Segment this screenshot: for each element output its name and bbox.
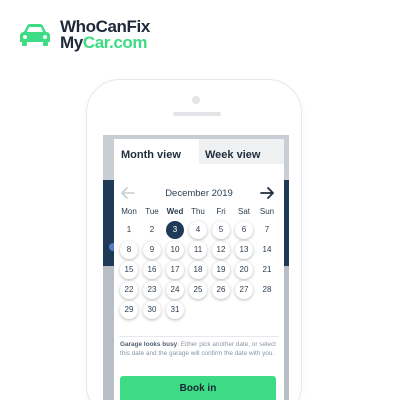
calendar-day-28[interactable]: 28 (258, 281, 276, 299)
calendar-day-30[interactable]: 30 (143, 301, 161, 319)
weekday-header: Mon Tue Wed Thu Fri Sat Sun (119, 207, 279, 219)
calendar-day-29[interactable]: 29 (120, 301, 138, 319)
calendar-day-4[interactable]: 4 (189, 221, 207, 239)
calendar-day-18[interactable]: 18 (189, 261, 207, 279)
weekday-sat: Sat (237, 207, 250, 216)
month-navigation: December 2019 (114, 183, 284, 203)
calendar-day-3[interactable]: 3 (166, 221, 184, 239)
logo-wordmark: WhoCanFix MyCar.com (60, 18, 150, 52)
logo-line-2: MyCar.com (60, 33, 150, 52)
calendar-day-22[interactable]: 22 (120, 281, 138, 299)
calendar-day-27[interactable]: 27 (235, 281, 253, 299)
divider (119, 336, 279, 337)
arrow-left-icon[interactable] (120, 185, 136, 201)
phone-speaker (173, 112, 221, 116)
weekday-sun: Sun (259, 207, 275, 216)
calendar-day-8[interactable]: 8 (120, 241, 138, 259)
weekday-tue: Tue (145, 207, 159, 216)
calendar-day-17[interactable]: 17 (166, 261, 184, 279)
calendar-day-5[interactable]: 5 (212, 221, 230, 239)
calendar-day-25[interactable]: 25 (189, 281, 207, 299)
car-icon (20, 24, 50, 46)
booking-calendar-modal: Month view Week view December 2019 Mon Tu… (114, 139, 284, 400)
tab-month-view[interactable]: Month view (114, 139, 199, 164)
calendar-day-6[interactable]: 6 (235, 221, 253, 239)
calendar-day-24[interactable]: 24 (166, 281, 184, 299)
calendar-day-19[interactable]: 19 (212, 261, 230, 279)
availability-notice: Garage looks busy. Either pick another d… (120, 341, 278, 358)
weekday-fri: Fri (216, 207, 226, 216)
view-tabs: Month view Week view (114, 139, 284, 164)
calendar-day-10[interactable]: 10 (166, 241, 184, 259)
notice-bold: Garage looks busy (120, 341, 178, 348)
calendar-day-11[interactable]: 11 (189, 241, 207, 259)
calendar-day-31[interactable]: 31 (166, 301, 184, 319)
calendar-day-15[interactable]: 15 (120, 261, 138, 279)
weekday-thu: Thu (191, 207, 205, 216)
calendar-day-26[interactable]: 26 (212, 281, 230, 299)
calendar-day-14[interactable]: 14 (258, 241, 276, 259)
calendar-day-21[interactable]: 21 (258, 261, 276, 279)
logo-line-2-part-1: My (60, 33, 83, 52)
arrow-right-icon[interactable] (259, 185, 275, 201)
weekday-wed: Wed (166, 207, 184, 216)
calendar-day-20[interactable]: 20 (235, 261, 253, 279)
calendar-day-13[interactable]: 13 (235, 241, 253, 259)
weekday-mon: Mon (121, 207, 137, 216)
month-label: December 2019 (165, 188, 233, 199)
calendar-day-23[interactable]: 23 (143, 281, 161, 299)
site-logo[interactable]: WhoCanFix MyCar.com (18, 18, 150, 52)
tab-week-view[interactable]: Week view (199, 139, 284, 164)
calendar-grid: 1 2 3 4 5 6 7 8 9 10 11 12 13 14 15 16 17 18 19 20 21 22 23 24 2… (119, 221, 279, 321)
book-in-button[interactable]: Book in (120, 376, 276, 400)
calendar-day-9[interactable]: 9 (143, 241, 161, 259)
logo-line-2-part-2: Car.com (82, 33, 148, 52)
calendar-day-1[interactable]: 1 (120, 221, 138, 239)
calendar-day-12[interactable]: 12 (212, 241, 230, 259)
calendar-day-7[interactable]: 7 (258, 221, 276, 239)
calendar-day-2[interactable]: 2 (143, 221, 161, 239)
phone-camera (192, 96, 200, 104)
calendar-day-16[interactable]: 16 (143, 261, 161, 279)
